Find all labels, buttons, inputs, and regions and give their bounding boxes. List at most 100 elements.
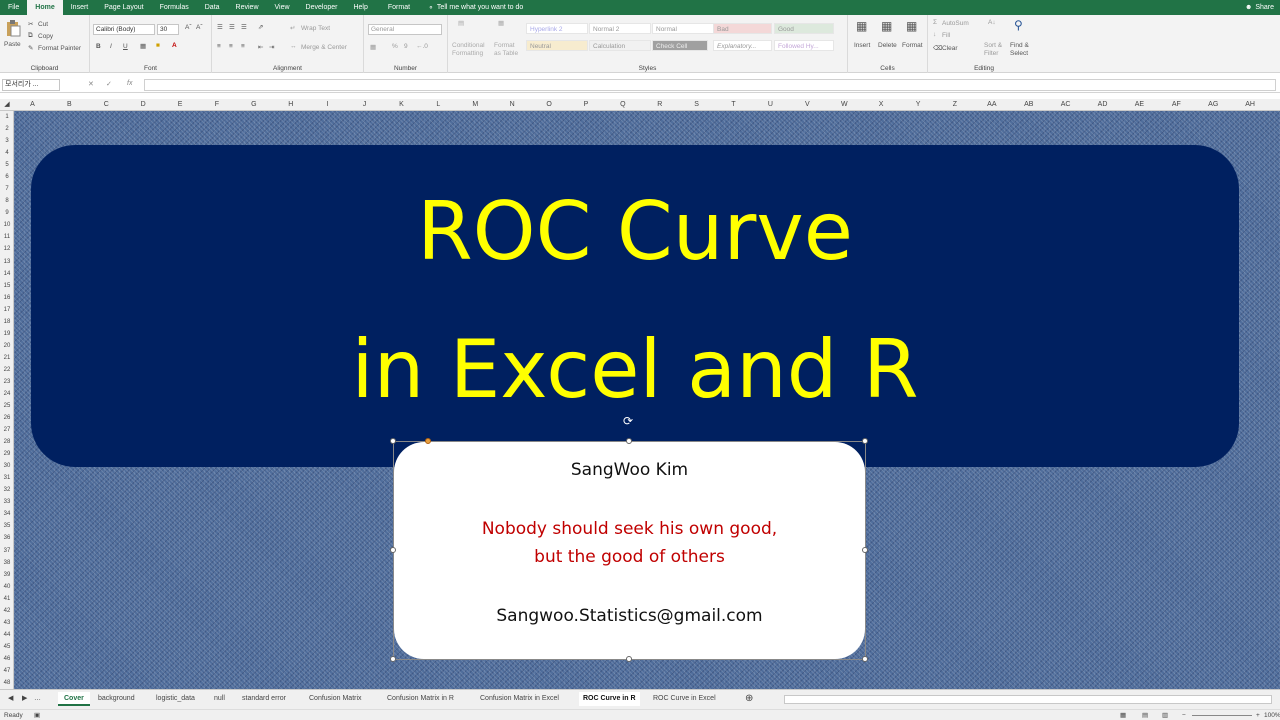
italic-button[interactable]: I xyxy=(110,43,112,50)
format-as-table-button[interactable]: Format as Table xyxy=(494,42,522,58)
column-header[interactable]: Y xyxy=(900,99,937,111)
font-color-icon[interactable]: A xyxy=(172,42,177,49)
column-header[interactable]: F xyxy=(199,99,236,111)
macro-record-icon[interactable]: ▣ xyxy=(34,710,40,720)
bold-button[interactable]: B xyxy=(96,43,101,50)
column-header[interactable]: R xyxy=(641,99,678,111)
column-header[interactable]: G xyxy=(235,99,272,111)
column-header[interactable]: J xyxy=(346,99,383,111)
borders-icon[interactable]: ▦ xyxy=(140,42,146,50)
number-format-select[interactable]: General xyxy=(368,24,442,35)
row-header[interactable]: 1 xyxy=(0,111,13,123)
page-layout-view-icon[interactable]: ▤ xyxy=(1142,710,1148,720)
row-header[interactable]: 7 xyxy=(0,183,13,195)
grow-font-icon[interactable]: Aˆ xyxy=(185,24,192,31)
decrease-indent-icon[interactable]: ⇤ xyxy=(258,43,263,51)
column-header[interactable]: U xyxy=(752,99,789,111)
find-select-button[interactable]: Find & Select xyxy=(1010,42,1038,58)
autosum-button[interactable]: AutoSum xyxy=(942,20,969,27)
row-header[interactable]: 16 xyxy=(0,292,13,304)
format-cells-icon[interactable]: ▦ xyxy=(906,19,917,33)
row-header[interactable]: 4 xyxy=(0,147,13,159)
zoom-slider[interactable] xyxy=(1192,715,1252,716)
format-painter-button[interactable]: Format Painter xyxy=(38,45,81,52)
info-textbox[interactable]: SangWoo Kim Nobody should seek his own g… xyxy=(394,442,865,659)
row-header[interactable]: 29 xyxy=(0,448,13,460)
row-header[interactable]: 32 xyxy=(0,484,13,496)
column-header[interactable]: H xyxy=(272,99,309,111)
row-header[interactable]: 21 xyxy=(0,352,13,364)
row-header[interactable]: 6 xyxy=(0,171,13,183)
style-hyperlink-2[interactable]: Hyperlink 2 xyxy=(526,23,588,34)
cancel-icon[interactable]: ✕ xyxy=(88,80,94,88)
tab-page-layout[interactable]: Page Layout xyxy=(96,0,151,15)
tab-formulas[interactable]: Formulas xyxy=(152,0,197,15)
horizontal-scrollbar[interactable] xyxy=(784,695,1272,704)
row-header[interactable]: 14 xyxy=(0,268,13,280)
style-good[interactable]: Good xyxy=(774,23,834,34)
row-header[interactable]: 23 xyxy=(0,376,13,388)
column-header[interactable]: I xyxy=(309,99,346,111)
row-header[interactable]: 19 xyxy=(0,328,13,340)
row-header[interactable]: 12 xyxy=(0,243,13,255)
currency-icon[interactable]: ▦ xyxy=(370,43,376,51)
select-all-corner[interactable]: ◢ xyxy=(0,99,14,111)
column-header[interactable]: AE xyxy=(1121,99,1158,111)
resize-handle[interactable] xyxy=(862,438,868,444)
underline-button[interactable]: U xyxy=(123,43,128,50)
increase-indent-icon[interactable]: ⇥ xyxy=(269,43,274,51)
worksheet-grid[interactable]: ROC Curve in Excel and R SangWoo Kim Nob… xyxy=(14,111,1280,689)
conditional-formatting-icon[interactable]: ▤ xyxy=(458,19,464,27)
column-header[interactable]: N xyxy=(494,99,531,111)
autosum-icon[interactable]: Σ xyxy=(933,19,937,26)
tab-developer[interactable]: Developer xyxy=(298,0,346,15)
column-header[interactable]: P xyxy=(568,99,605,111)
next-sheet-icon[interactable]: ▶ xyxy=(22,692,27,706)
row-header[interactable]: 37 xyxy=(0,545,13,557)
row-header[interactable]: 10 xyxy=(0,219,13,231)
delete-cells-button[interactable]: Delete xyxy=(878,42,897,49)
style-check-cell[interactable]: Check Cell xyxy=(652,40,708,51)
align-left-icon[interactable]: ≡ xyxy=(217,43,221,50)
row-header[interactable]: 36 xyxy=(0,532,13,544)
normal-view-icon[interactable]: ▦ xyxy=(1120,710,1126,720)
row-header[interactable]: 27 xyxy=(0,424,13,436)
tab-data[interactable]: Data xyxy=(197,0,228,15)
resize-handle[interactable] xyxy=(626,438,632,444)
name-box[interactable]: 모서리가 ... xyxy=(2,79,60,91)
tab-review[interactable]: Review xyxy=(228,0,267,15)
column-header[interactable]: V xyxy=(789,99,826,111)
align-center-icon[interactable]: ≡ xyxy=(229,43,233,50)
style-neutral[interactable]: Neutral xyxy=(526,40,588,51)
sheet-tab-confusion-matrix-excel[interactable]: Confusion Matrix in Excel xyxy=(480,692,559,706)
rotate-handle-icon[interactable]: ⟳ xyxy=(623,414,633,428)
column-header[interactable]: M xyxy=(457,99,494,111)
column-header[interactable]: S xyxy=(678,99,715,111)
sort-filter-icon[interactable]: A↓ xyxy=(988,19,996,26)
column-header[interactable]: B xyxy=(51,99,88,111)
style-followed-hyperlink[interactable]: Followed Hy... xyxy=(774,40,834,51)
row-header[interactable]: 31 xyxy=(0,472,13,484)
format-as-table-icon[interactable]: ▦ xyxy=(498,19,504,27)
column-header[interactable]: L xyxy=(420,99,457,111)
column-header[interactable]: AA xyxy=(973,99,1010,111)
row-header[interactable]: 47 xyxy=(0,665,13,677)
align-middle-icon[interactable]: ☰ xyxy=(229,23,235,31)
font-size-select[interactable]: 30 xyxy=(157,24,179,35)
row-header[interactable]: 2 xyxy=(0,123,13,135)
row-header[interactable]: 43 xyxy=(0,617,13,629)
clear-icon[interactable]: ⌫ xyxy=(933,44,942,52)
insert-cells-icon[interactable]: ▦ xyxy=(856,19,867,33)
sort-filter-button[interactable]: Sort & Filter xyxy=(984,42,1008,58)
row-header[interactable]: 17 xyxy=(0,304,13,316)
column-header[interactable]: Z xyxy=(937,99,974,111)
row-header[interactable]: 24 xyxy=(0,388,13,400)
copy-button[interactable]: Copy xyxy=(38,33,53,40)
share-button[interactable]: ☻ Share xyxy=(1245,0,1274,15)
fill-button[interactable]: Fill xyxy=(942,32,950,39)
tab-view[interactable]: View xyxy=(267,0,298,15)
sheet-tab-null[interactable]: null xyxy=(214,692,225,706)
column-header[interactable]: W xyxy=(826,99,863,111)
format-cells-button[interactable]: Format xyxy=(902,42,923,49)
more-sheets-icon[interactable]: … xyxy=(34,692,41,706)
